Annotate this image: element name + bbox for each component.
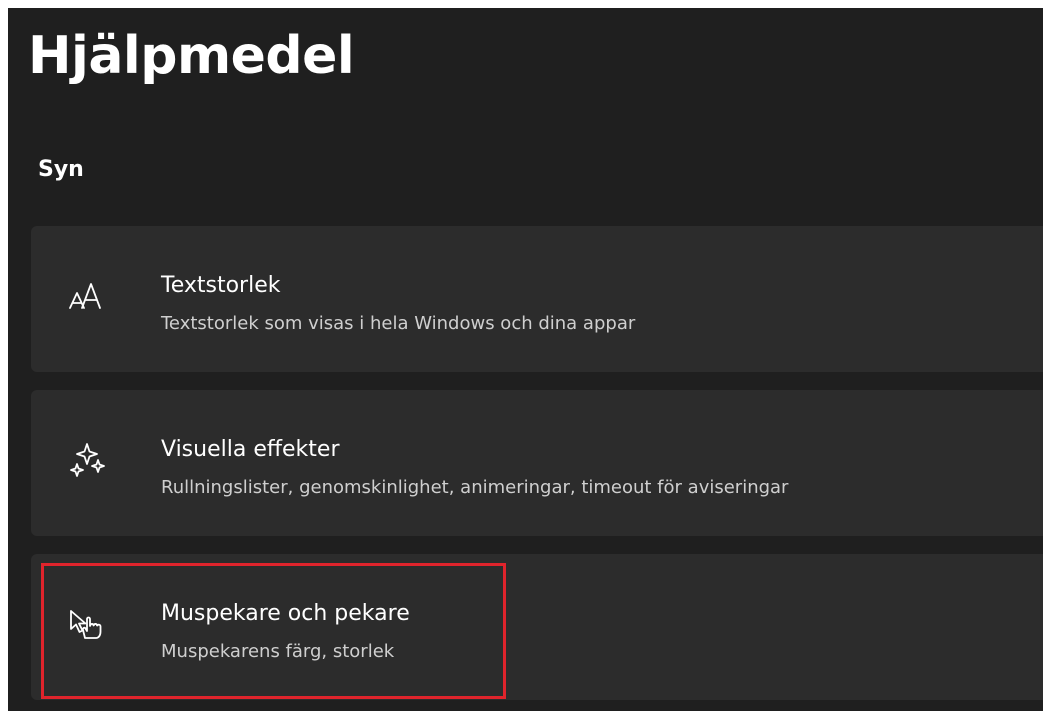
setting-title: Muspekare och pekare: [161, 601, 410, 626]
text-size-icon: [67, 276, 107, 316]
mouse-pointer-hand-icon: [67, 604, 107, 644]
section-title: Syn: [38, 157, 84, 182]
page-title: Hjälpmedel: [28, 26, 355, 86]
setting-subtitle: Muspekarens färg, storlek: [161, 641, 395, 662]
setting-card-visual-effects[interactable]: Visuella effekter Rullningslister, genom…: [31, 390, 1043, 536]
setting-title: Textstorlek: [161, 273, 281, 298]
setting-card-text-size[interactable]: Textstorlek Textstorlek som visas i hela…: [31, 226, 1043, 372]
settings-window: Hjälpmedel Syn Textstorlek Textstorlek s…: [8, 8, 1043, 711]
sparkle-icon: [67, 440, 107, 480]
setting-card-mouse-pointer[interactable]: Muspekare och pekare Muspekarens färg, s…: [31, 554, 1043, 700]
setting-title: Visuella effekter: [161, 437, 340, 462]
setting-subtitle: Rullningslister, genomskinlighet, animer…: [161, 477, 789, 498]
setting-subtitle: Textstorlek som visas i hela Windows och…: [161, 313, 636, 334]
